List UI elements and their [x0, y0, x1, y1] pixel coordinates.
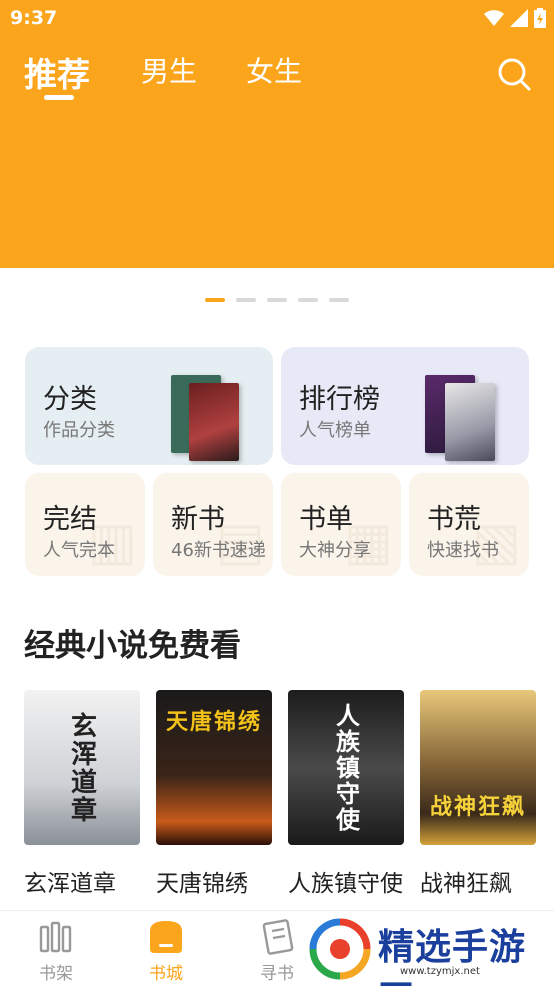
book-title[interactable]: 人族镇守使 [288, 864, 428, 898]
book-title[interactable]: 玄浑道章 [24, 864, 164, 898]
signal-icon [510, 9, 528, 27]
booklist-subtitle: 大神分享 [299, 540, 371, 561]
tab-female[interactable]: 女生 [246, 50, 302, 90]
watermark-url: www.tzymjx.net [400, 966, 480, 977]
new-books-subtitle: 46新书速递 [171, 540, 266, 561]
pagination-dot [329, 298, 349, 302]
book-cover[interactable]: 人族镇守使 [288, 690, 404, 845]
nav-bookshelf[interactable]: 书架 [16, 911, 96, 986]
pagination-dot-active [205, 298, 225, 302]
status-bar: 9:37 [0, 0, 554, 36]
ranking-card[interactable]: 排行榜 人气榜单 [281, 347, 529, 465]
tab-indicator [44, 95, 74, 100]
wifi-icon [484, 10, 504, 26]
booklist-title: 书单 [299, 504, 353, 535]
find-books-card[interactable]: ▧ 书荒 快速找书 [409, 473, 529, 576]
category-books-illustration [171, 369, 243, 461]
booklist-card[interactable]: ▦ 书单 大神分享 [281, 473, 401, 576]
ranking-books-illustration [425, 369, 497, 461]
watermark-logo-icon [309, 918, 371, 980]
ranking-title: 排行榜 [299, 384, 380, 415]
category-title: 分类 [43, 384, 97, 415]
book-title[interactable]: 天唐锦绣 [156, 864, 296, 898]
tab-recommend[interactable]: 推荐 [24, 48, 90, 96]
completed-title: 完结 [43, 504, 97, 535]
nav-bookstore[interactable]: 书城 [126, 911, 206, 986]
nav-bookshelf-label: 书架 [39, 964, 73, 984]
nav-find-book-label: 寻书 [260, 964, 294, 984]
header-banner[interactable]: 9:37 推荐 男生 女生 [0, 0, 554, 268]
status-icons [484, 8, 546, 28]
pagination-dot [267, 298, 287, 302]
completed-card[interactable]: ▥ 完结 人气完本 [25, 473, 145, 576]
book-cover[interactable]: 玄浑道章 [24, 690, 140, 845]
pagination-dot [236, 298, 256, 302]
banner-pagination [0, 298, 554, 304]
find-book-icon [262, 919, 294, 955]
nav-find-book[interactable]: 寻书 [237, 911, 317, 986]
book-cover[interactable]: 天唐锦绣 [156, 690, 272, 845]
pagination-dot [298, 298, 318, 302]
completed-subtitle: 人气完本 [43, 540, 115, 561]
new-books-card[interactable]: ▤ 新书 46新书速递 [153, 473, 273, 576]
book-cover[interactable]: 战神狂飙 [420, 690, 536, 845]
ranking-subtitle: 人气榜单 [299, 420, 371, 441]
category-subtitle: 作品分类 [43, 420, 115, 441]
section-title: 经典小说免费看 [24, 628, 241, 664]
nav-bookstore-label: 书城 [149, 964, 183, 984]
find-books-title: 书荒 [427, 504, 481, 535]
new-books-title: 新书 [171, 504, 225, 535]
status-time: 9:37 [10, 7, 58, 29]
battery-icon [534, 8, 546, 28]
watermark: 精选手游网 www.tzymjx.net [306, 916, 550, 986]
category-card[interactable]: 分类 作品分类 [25, 347, 273, 465]
bookshelf-icon [39, 921, 72, 953]
tab-male[interactable]: 男生 [141, 50, 197, 90]
find-books-subtitle: 快速找书 [427, 540, 499, 561]
search-icon[interactable] [496, 56, 532, 92]
bookstore-icon [150, 921, 182, 953]
book-title[interactable]: 战神狂飙 [420, 864, 554, 898]
